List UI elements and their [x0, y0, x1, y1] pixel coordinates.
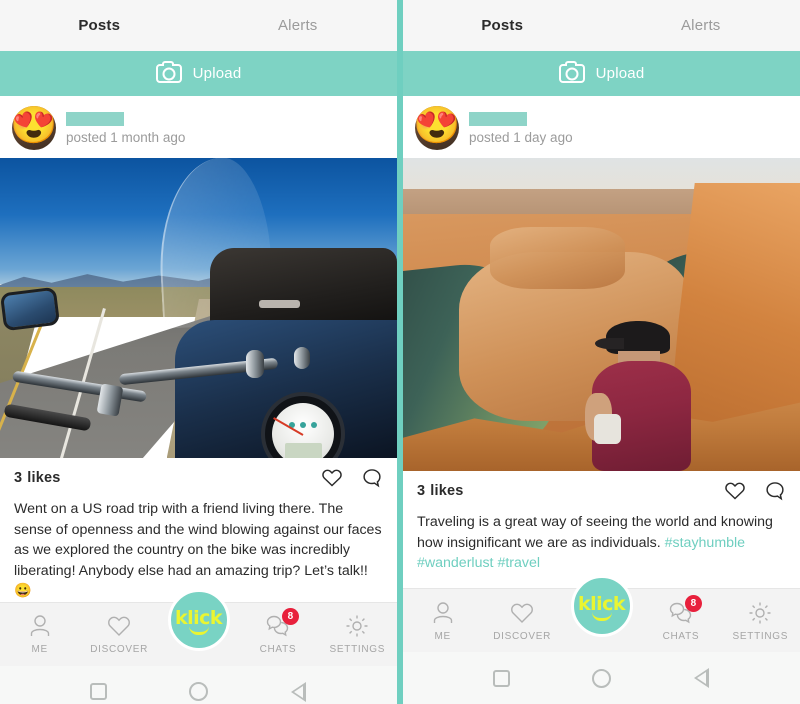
nav-label-settings: SETTINGS	[732, 630, 789, 642]
avatar[interactable]: 😍	[415, 106, 459, 150]
likes-word: likes	[27, 470, 61, 486]
nav-label-chats: CHATS	[259, 644, 297, 656]
person-sitting	[585, 320, 693, 471]
android-system-bar	[403, 652, 800, 704]
nav-label-settings: SETTINGS	[329, 644, 386, 656]
nav-label-me: ME	[31, 644, 48, 656]
riser	[246, 350, 265, 379]
likes-row: 3 likes	[0, 458, 397, 495]
nav-item-chats[interactable]: 8 CHATS	[641, 589, 720, 652]
comment-icon[interactable]	[361, 467, 383, 489]
shorts	[593, 413, 621, 444]
username-redacted	[66, 111, 124, 126]
heart-icon	[509, 600, 535, 626]
upload-button[interactable]: Upload	[0, 51, 397, 96]
triangle-left-icon[interactable]	[288, 681, 310, 703]
circle-icon[interactable]	[590, 667, 612, 689]
gear-icon	[344, 613, 370, 639]
hashtag-stayhumble[interactable]: #stayhumble	[665, 535, 745, 551]
caption-text: Went on a US road trip with a friend liv…	[14, 501, 382, 600]
klick-logo-button[interactable]: klick	[570, 575, 633, 637]
post-actions	[724, 480, 786, 502]
heart-icon	[106, 613, 132, 639]
hashtag-wanderlust[interactable]: #wanderlust	[417, 555, 494, 571]
riser	[293, 346, 310, 369]
heart-icon[interactable]	[321, 467, 343, 489]
nav-item-settings[interactable]: SETTINGS	[318, 603, 397, 666]
bottom-navigation: ME DISCOVER 8 CHATS SETTINGS klick	[0, 588, 397, 666]
dual-screenshot-container: Posts Alerts Upload 😍 posted 1 month ago	[0, 0, 800, 704]
post-actions	[321, 467, 383, 489]
square-icon[interactable]	[490, 667, 512, 689]
person-icon	[27, 613, 53, 639]
mesa-ledge	[490, 226, 626, 290]
tab-bar: Posts Alerts	[403, 0, 800, 51]
avatar[interactable]: 😍	[12, 106, 56, 150]
heart-eyes-emoji-icon: 😍	[12, 106, 56, 147]
chat-bubbles-icon: 8	[265, 608, 299, 639]
nav-label-chats: CHATS	[662, 630, 700, 642]
camera-icon	[155, 61, 182, 83]
tab-alerts[interactable]: Alerts	[602, 17, 800, 34]
likes-count: 3	[14, 470, 23, 486]
odometer-display	[285, 443, 322, 458]
bottom-navigation: ME DISCOVER 8 CHATS SETTINGS klick	[403, 575, 800, 652]
nav-item-me[interactable]: ME	[0, 603, 79, 666]
nav-label-discover: DISCOVER	[90, 644, 149, 656]
nav-label-discover: DISCOVER	[493, 630, 552, 642]
phone-screen-left: Posts Alerts Upload 😍 posted 1 month ago	[0, 0, 397, 704]
gear-icon	[747, 600, 773, 626]
hashtag-travel[interactable]: #travel	[497, 555, 540, 571]
likes-count-label: 3 likes	[14, 470, 61, 486]
nav-item-discover[interactable]: DISCOVER	[79, 603, 158, 666]
post-header-text: posted 1 month ago	[66, 111, 186, 145]
post-header-text: posted 1 day ago	[469, 111, 573, 145]
square-icon[interactable]	[87, 681, 109, 703]
upload-button[interactable]: Upload	[403, 51, 800, 96]
tab-posts[interactable]: Posts	[0, 17, 199, 34]
grip-left	[3, 403, 92, 432]
person-icon	[430, 600, 456, 626]
upload-label: Upload	[595, 65, 645, 82]
circle-icon[interactable]	[187, 681, 209, 703]
chats-badge: 8	[684, 594, 702, 612]
likes-word: likes	[430, 483, 464, 499]
camera-icon	[558, 61, 585, 83]
nav-label-me: ME	[434, 630, 451, 642]
likes-count-label: 3 likes	[417, 483, 464, 499]
indicator-lights	[289, 421, 318, 428]
upload-label: Upload	[192, 65, 242, 82]
baseball-cap	[594, 320, 671, 354]
smile-icon	[188, 626, 209, 635]
post-caption: Went on a US road trip with a friend liv…	[0, 495, 397, 602]
username-redacted	[469, 111, 527, 126]
smile-icon	[591, 612, 612, 621]
nav-item-chats[interactable]: 8 CHATS	[238, 603, 317, 666]
post-header: 😍 posted 1 day ago	[403, 96, 800, 158]
triangle-left-icon[interactable]	[691, 667, 713, 689]
tab-posts[interactable]: Posts	[403, 17, 602, 34]
klick-logo-button[interactable]: klick	[167, 588, 230, 651]
post-image-motorcycle[interactable]	[0, 158, 397, 458]
control-housing	[96, 383, 124, 417]
tab-alerts[interactable]: Alerts	[199, 17, 398, 34]
chats-badge: 8	[281, 608, 299, 626]
heart-eyes-emoji-icon: 😍	[415, 106, 459, 147]
android-system-bar	[0, 665, 397, 704]
nav-item-discover[interactable]: DISCOVER	[482, 589, 561, 652]
rearview-mirror	[0, 286, 61, 332]
nav-item-settings[interactable]: SETTINGS	[721, 589, 800, 652]
tab-bar: Posts Alerts	[0, 0, 397, 51]
heart-icon[interactable]	[724, 480, 746, 502]
phone-screen-right: Posts Alerts Upload 😍 posted 1 day ago 3…	[403, 0, 800, 704]
post-header: 😍 posted 1 month ago	[0, 96, 397, 158]
chat-bubbles-icon: 8	[668, 594, 702, 626]
nav-item-me[interactable]: ME	[403, 589, 482, 652]
comment-icon[interactable]	[764, 480, 786, 502]
post-image-horseshoe-bend[interactable]	[403, 158, 800, 471]
post-timestamp: posted 1 month ago	[66, 129, 186, 145]
post-timestamp: posted 1 day ago	[469, 129, 573, 145]
likes-count: 3	[417, 483, 426, 499]
likes-row: 3 likes	[403, 471, 800, 508]
